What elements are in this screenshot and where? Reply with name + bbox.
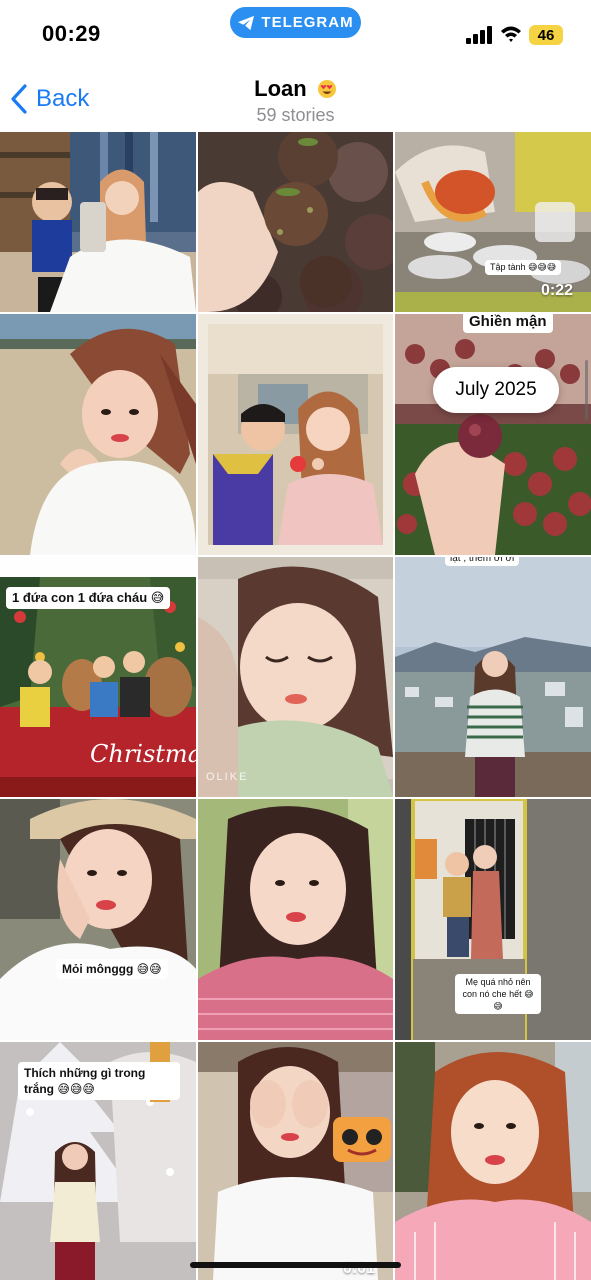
battery-indicator: 46 [529, 25, 563, 45]
story-caption: Ghiền mận [463, 314, 553, 333]
story-tile[interactable]: lạt , thêm ơi ơi [395, 557, 591, 797]
telegram-icon [238, 15, 255, 30]
story-tile[interactable] [198, 132, 393, 312]
story-thumbnail-image [198, 314, 393, 555]
stories-grid: Tập tành 😅😅😅 0:22 Ghiền mận Christm 1 đứ… [0, 132, 591, 1280]
story-thumbnail-image [198, 1042, 393, 1280]
page-title: Loan [0, 76, 591, 102]
story-tile[interactable] [198, 799, 393, 1040]
story-thumbnail-image [0, 314, 196, 555]
story-tile[interactable] [0, 314, 196, 555]
heart-eyes-emoji-icon [317, 80, 336, 98]
story-caption: 1 đứa con 1 đứa cháu 😅 [6, 587, 171, 609]
story-thumbnail-image [395, 1042, 591, 1280]
svg-text:Christmas: Christmas [90, 740, 196, 768]
story-tile[interactable] [395, 1042, 591, 1280]
story-tile[interactable]: Ghiền mận [395, 314, 591, 555]
story-tile[interactable]: Thích những gì trong trắng 😅😅😅 [0, 1042, 196, 1280]
story-thumbnail-image [395, 557, 591, 797]
story-count: 59 stories [256, 105, 335, 125]
story-thumbnail-image [198, 799, 393, 1040]
story-caption: Thích những gì trong trắng 😅😅😅 [18, 1062, 180, 1100]
story-caption: Mỏi mônggg 😅😅 [56, 959, 168, 979]
story-tile[interactable]: Christmas 1 đứa con 1 đứa cháu 😅 [0, 557, 196, 797]
story-thumbnail-image [198, 132, 393, 312]
story-tile[interactable]: OLIKE [198, 557, 393, 797]
video-duration: 0:22 [540, 282, 573, 299]
scroll-indicator[interactable] [585, 360, 588, 420]
home-indicator[interactable] [190, 1262, 401, 1268]
story-tile-video[interactable]: 0:01 [198, 1042, 393, 1280]
telegram-pill-label: TELEGRAM [261, 14, 354, 31]
story-caption: Mẹ quá nhỏ nên con nó che hết 😅😅 [455, 974, 541, 1014]
month-date-pill: July 2025 [433, 367, 559, 413]
wifi-icon [501, 26, 521, 42]
title-text: Loan [254, 76, 307, 101]
story-tile[interactable]: Mẹ quá nhỏ nên con nó che hết 😅😅 [395, 799, 591, 1040]
story-thumbnail-image [395, 314, 591, 555]
telegram-app-pill[interactable]: TELEGRAM [230, 7, 361, 38]
story-thumbnail-image [0, 132, 196, 312]
watermark: OLIKE [206, 771, 249, 783]
story-tile-video[interactable]: Tập tành 😅😅😅 0:22 [395, 132, 591, 312]
status-time: 00:29 [42, 21, 101, 46]
story-tile[interactable] [0, 132, 196, 312]
story-tile[interactable]: Mỏi mônggg 😅😅 [0, 799, 196, 1040]
story-thumbnail-image [198, 557, 393, 797]
story-caption: lạt , thêm ơi ơi [445, 557, 520, 566]
cellular-signal-icon [466, 26, 492, 44]
story-tile[interactable] [198, 314, 393, 555]
story-thumbnail-image [0, 799, 196, 1040]
story-caption: Tập tành 😅😅😅 [485, 260, 562, 275]
navigation-bar: Back Loan 59 stories [0, 70, 591, 132]
status-bar: 00:29 TELEGRAM 46 [0, 0, 591, 70]
